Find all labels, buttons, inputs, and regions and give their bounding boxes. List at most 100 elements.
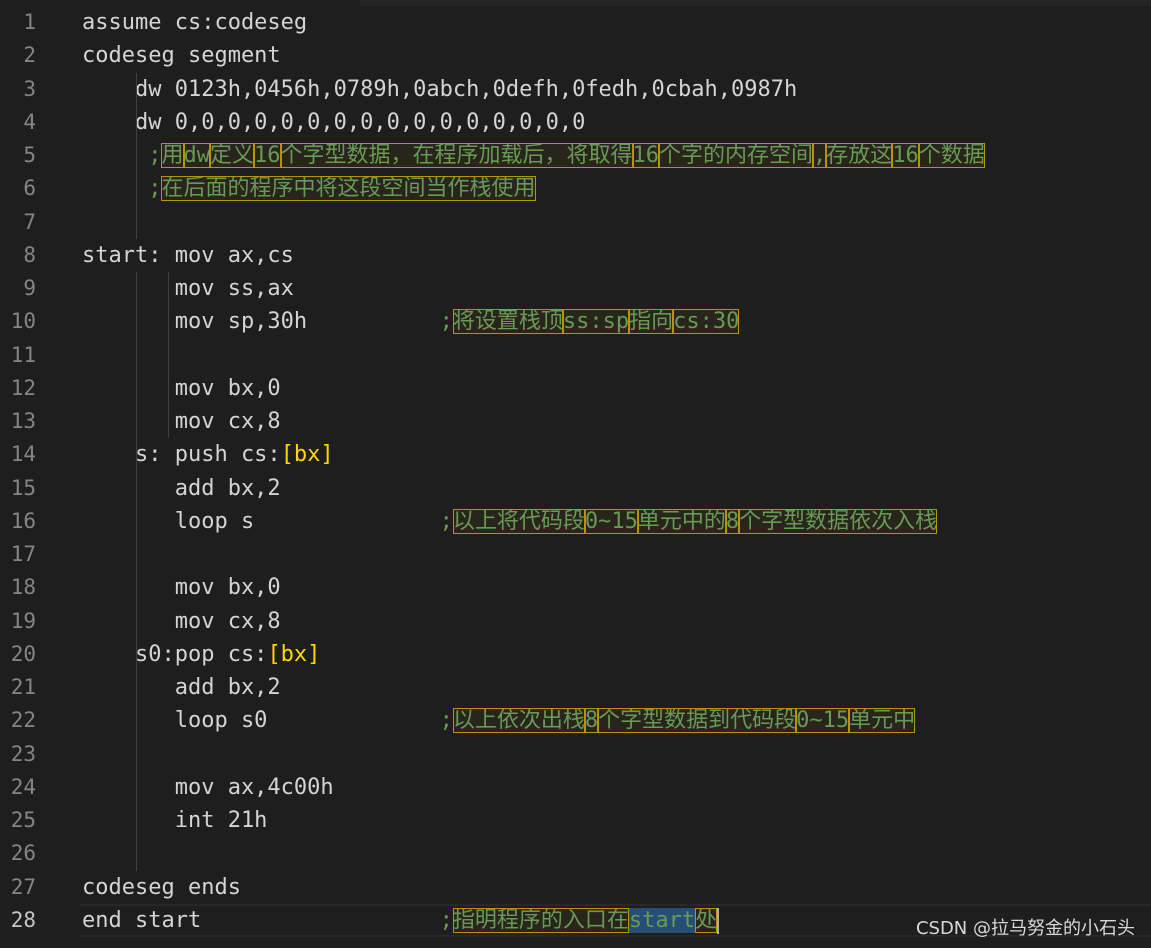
code-line[interactable]: 3 dw 0123h,0456h,0789h,0abch,0defh,0fedh… [0, 73, 1151, 106]
comment-segment: 用 [161, 143, 184, 168]
comment-segment: 处 [695, 907, 718, 933]
line-number: 20 [10, 641, 36, 666]
line-number: 1 [23, 10, 36, 34]
indent-guide [136, 72, 137, 239]
code-line[interactable]: 14 s: push cs:[bx] [0, 438, 1151, 471]
code-text: dw 0123h,0456h,0789h,0abch,0defh,0fedh,0… [82, 76, 798, 102]
code-line[interactable]: 15 add bx,2 [0, 472, 1151, 505]
code-line[interactable]: 20 s0:pop cs:[bx] [0, 638, 1151, 671]
code-line[interactable]: 10 mov sp,30h ;将设置栈顶ss:sp指向cs:30 [0, 305, 1151, 338]
code-line[interactable]: 12 mov bx,0 [0, 372, 1151, 405]
line-number: 7 [23, 209, 36, 234]
comment-segment: 个字型数据依次入栈 [739, 508, 938, 534]
line-code: mov ss,ax [82, 272, 294, 305]
comment-marker: ; [148, 176, 162, 202]
code-line[interactable]: 17 [0, 538, 1151, 571]
code-line[interactable]: 24 mov ax,4c00h [0, 771, 1151, 804]
line-number: 14 [10, 442, 36, 467]
comment-segment: 指向 [629, 309, 674, 335]
code-line[interactable]: 19 mov cx,8 [0, 605, 1151, 638]
comment-segment: 16 [892, 143, 919, 168]
line-number: 3 [23, 76, 36, 101]
code-text: mov cx,8 [82, 608, 281, 634]
line-number: 9 [23, 276, 36, 300]
line-number: 5 [23, 143, 36, 167]
line-code: s: push cs:[bx] [82, 438, 334, 471]
bracket-operand: [bx] [280, 442, 334, 468]
code-line[interactable]: 23 [0, 738, 1151, 771]
line-code: codeseg segment [82, 39, 281, 72]
line-number: 16 [10, 508, 36, 533]
code-line[interactable]: 8 start: mov ax,cs [0, 239, 1151, 272]
code-line[interactable]: 11 [0, 339, 1151, 372]
code-line[interactable]: 16 loop s ;以上将代码段0~15单元中的8个字型数据依次入栈 [0, 505, 1151, 538]
comment-segment: 指明程序的入口在 [452, 907, 629, 933]
comment-segment: cs:30 [673, 309, 740, 335]
line-code: s0:pop cs:[bx] [82, 638, 320, 671]
line-number: 11 [10, 342, 36, 367]
line-number: 10 [10, 309, 36, 334]
line-number: 13 [10, 409, 36, 433]
code-line[interactable]: 21 add bx,2 [0, 671, 1151, 704]
line-number: 18 [10, 575, 36, 600]
line-number: 12 [10, 375, 36, 400]
code-text: codeseg ends [82, 874, 241, 900]
line-code: mov cx,8 [82, 605, 281, 638]
code-text: mov bx,0 [82, 575, 281, 601]
line-number: 8 [23, 242, 36, 267]
code-line[interactable]: 6 ;在后面的程序中将这段空间当作栈使用 [0, 172, 1151, 205]
line-code: add bx,2 [82, 472, 281, 505]
comment-marker: ; [439, 309, 453, 335]
selection-highlight: start [628, 907, 696, 933]
code-line[interactable]: 13 mov cx,8 [0, 405, 1151, 438]
watermark: CSDN @拉马努金的小石头 [915, 918, 1135, 939]
line-number: 15 [10, 475, 36, 500]
bracket-operand: [bx] [267, 641, 321, 667]
line-number: 6 [23, 176, 36, 201]
line-code: dw 0,0,0,0,0,0,0,0,0,0,0,0,0,0,0,0 [82, 106, 585, 139]
code-text: mov cx,8 [82, 409, 281, 434]
code-line[interactable]: 7 [0, 206, 1151, 239]
line-number: 17 [10, 542, 36, 566]
code-line[interactable]: 2 codeseg segment [0, 39, 1151, 72]
comment-segment: 定义 [210, 143, 255, 168]
code-text: mov ss,ax [82, 276, 294, 301]
comment-segment: dw [183, 143, 210, 168]
comment-marker: ; [439, 508, 453, 534]
line-code: int 21h [82, 804, 268, 837]
comment-marker: ; [148, 143, 162, 168]
line-number: 22 [10, 708, 36, 733]
code-line[interactable]: 27 codeseg ends [0, 871, 1151, 904]
comment-segment: 个字型数据到代码段 [598, 708, 797, 734]
indent-guide [136, 272, 137, 871]
code-line[interactable]: 1 assume cs:codeseg [0, 6, 1151, 39]
code-line[interactable]: 22 loop s0 ;以上依次出栈8个字型数据到代码段0~15单元中 [0, 704, 1151, 737]
comment-segment: 个字的内存空间 [659, 143, 814, 168]
line-code: mov bx,0 [82, 372, 281, 405]
line-code: ;用dw定义16个字型数据，在程序加载后，将取得16个字的内存空间,存放这16个… [82, 139, 985, 172]
line-number: 2 [23, 43, 36, 68]
code-line[interactable]: 5 ;用dw定义16个字型数据，在程序加载后，将取得16个字的内存空间,存放这1… [0, 139, 1151, 172]
comment-segment: ss:sp [562, 309, 630, 335]
code-editor[interactable]: 1 assume cs:codeseg 2 codeseg segment 3 dw 0… [0, 0, 1151, 948]
indent-guide [168, 272, 169, 439]
text-cursor [717, 907, 720, 934]
comment-segment: 将设置栈顶 [452, 309, 563, 335]
code-line[interactable]: 26 [0, 837, 1151, 870]
line-code: add bx,2 [82, 671, 281, 704]
line-code: dw 0123h,0456h,0789h,0abch,0defh,0fedh,0… [82, 73, 797, 106]
comment-segment: 0~15 [584, 508, 638, 534]
line-number: 19 [10, 608, 36, 633]
comment-segment: , [813, 143, 827, 168]
code-line[interactable]: 9 mov ss,ax [0, 272, 1151, 305]
code-line[interactable]: 18 mov bx,0 [0, 571, 1151, 604]
code-text: assume cs:codeseg [82, 10, 308, 35]
comment-segment: 8 [584, 708, 599, 734]
comment-segment: 以上将代码段 [452, 508, 585, 534]
code-text: mov ax,4c00h [82, 774, 334, 800]
code-text: dw 0,0,0,0,0,0,0,0,0,0,0,0,0,0,0,0 [82, 109, 586, 135]
code-line[interactable]: 4 dw 0,0,0,0,0,0,0,0,0,0,0,0,0,0,0,0 [0, 106, 1151, 139]
line-code: start: mov ax,cs [82, 239, 294, 272]
code-line[interactable]: 25 int 21h [0, 804, 1151, 837]
